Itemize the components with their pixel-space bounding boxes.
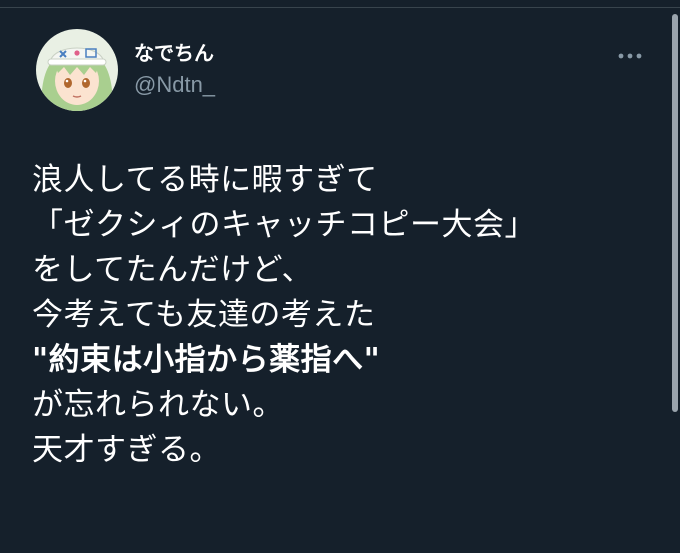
tweet-line-emphasized: "約束は小指から薬指へ"	[32, 342, 381, 378]
avatar-icon	[36, 29, 118, 111]
more-options-button[interactable]	[616, 46, 644, 66]
avatar[interactable]	[36, 29, 118, 111]
scrollbar[interactable]	[672, 14, 678, 412]
tweet-line: 天才すぎる。	[32, 432, 221, 468]
tweet-text: 浪人してる時に暇すぎて 「ゼクシィのキャッチコピー大会」 をしてたんだけど、 今…	[32, 158, 632, 473]
display-name[interactable]: なでちん	[134, 40, 215, 66]
user-handle[interactable]: @Ndtn_	[134, 70, 215, 100]
tweet-header: なでちん @Ndtn_	[36, 29, 215, 111]
tweet-line: をしてたんだけど、	[32, 252, 314, 288]
tweet-line: が忘れられない。	[32, 387, 284, 423]
tweet-line: 今考えても友達の考えた	[32, 297, 376, 333]
tweet-line: 「ゼクシィのキャッチコピー大会」	[32, 207, 536, 243]
more-horizontal-icon	[618, 53, 642, 59]
tweet-line: 浪人してる時に暇すぎて	[32, 162, 378, 198]
author-names: なでちん @Ndtn_	[134, 40, 215, 100]
top-divider	[0, 7, 680, 8]
